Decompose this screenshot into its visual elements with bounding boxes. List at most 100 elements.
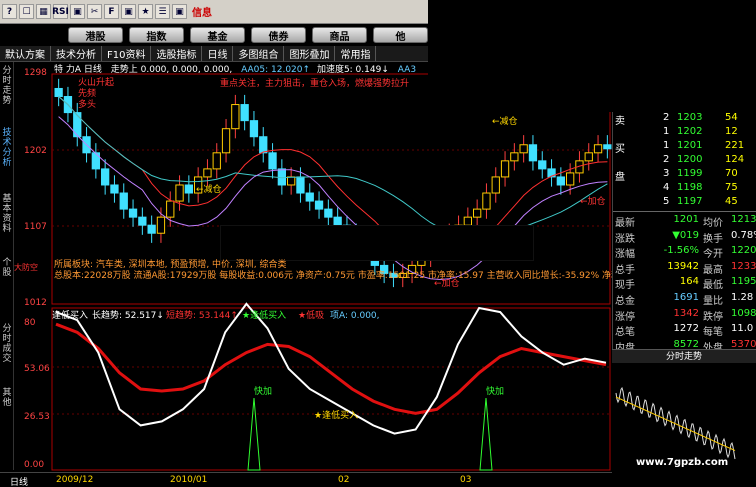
stat-row: 涨跌 ▼019 换手 0.78% <box>613 230 756 245</box>
candle-body <box>91 152 100 170</box>
candle-body <box>147 224 156 234</box>
candle-body <box>482 192 491 210</box>
market-button-4[interactable]: 商品 <box>312 27 367 43</box>
stat-row: 总笔 1272 每笔 11.0 <box>613 323 756 339</box>
candle-body <box>556 176 566 186</box>
left-tab-1[interactable]: 技术分析 <box>0 128 14 168</box>
price-mid: 1202 <box>24 146 47 156</box>
aa-value: AA05: 12.020↑ <box>241 65 311 75</box>
order-book-row: 1 1202 12 <box>613 126 756 140</box>
market-button-3[interactable]: 债券 <box>251 27 306 43</box>
toolbar-icon-7[interactable]: ▣ <box>121 4 136 19</box>
stat-row: 最新 1201 均价 1213 <box>613 214 756 229</box>
candle-body <box>110 184 119 194</box>
toolbar-icon-3[interactable]: RSI <box>52 4 69 19</box>
left-tab-2[interactable]: 基本资料 <box>0 194 14 234</box>
order-book-price: 1202 <box>677 126 703 137</box>
fund-info-line2: 总股本:22028万股 流通A股:17929万股 每股收益:0.006元 净资产… <box>54 271 630 281</box>
mini-chart-title[interactable]: 分时走势 <box>612 349 756 363</box>
menu-item-1[interactable]: 技术分析 <box>51 46 102 61</box>
quote-panel: 卖 2 1203 54 1 1202 12 买 1 1201 221 2 1200 124 盘 3 1199 70… <box>612 112 756 366</box>
order-book-price: 1198 <box>677 182 703 193</box>
chart-area[interactable]: 特 力A 日线 走势上 0.000, 0.000, 0.000, AA05: 1… <box>14 62 629 472</box>
stat-l2: 量比 <box>703 296 723 307</box>
stat-l: 涨停 <box>615 311 635 323</box>
stat-l2: 跌停 <box>703 311 723 323</box>
order-book-price: 1201 <box>677 140 703 151</box>
stat-l: 涨幅 <box>615 249 635 261</box>
candle-body <box>119 192 128 210</box>
buy-signal-legend: ★逢低买入 <box>242 311 287 321</box>
market-button-2[interactable]: 基金 <box>190 27 245 43</box>
left-tab-3[interactable]: 个股 <box>0 258 14 278</box>
left-tab-0[interactable]: 分时走势 <box>0 66 14 106</box>
candle-body <box>500 160 510 178</box>
stat-v: 1342 <box>673 307 699 319</box>
stat-v2: 1098 <box>731 307 756 319</box>
left-tab-4[interactable]: 分时成交 <box>0 324 14 364</box>
toolbar-icon-4[interactable]: ▣ <box>70 4 85 19</box>
speed-value: 加速度5: 0.149↓ <box>316 65 389 75</box>
ma-line: 走势上 0.000, 0.000, 0.000, <box>110 65 233 75</box>
stat-v2: 1.28 <box>731 292 754 303</box>
order-book-vol: 12 <box>725 126 738 137</box>
market-button-0[interactable]: 港股 <box>68 27 123 43</box>
order-book-idx: 2 <box>663 112 670 123</box>
candle-body <box>221 128 231 154</box>
order-book-side: 卖 <box>615 116 625 127</box>
menu-item-6[interactable]: 图形叠加 <box>284 46 336 61</box>
order-book-idx: 3 <box>663 168 670 179</box>
menu-item-4[interactable]: 日线 <box>202 46 234 61</box>
status-label[interactable]: 日线 <box>10 475 28 487</box>
candle-body <box>166 200 175 218</box>
fund-info: 所属板块: 汽车类, 深圳本地, 预盈预增, 中价, 深圳, 综合类 总股本:2… <box>54 260 629 282</box>
toolbar-icon-5[interactable]: ✂ <box>87 4 102 19</box>
order-book-idx: 5 <box>663 196 670 207</box>
market-button-5[interactable]: 他 <box>373 27 428 43</box>
add-position-2: ←加仓 <box>580 197 606 207</box>
price-bottom: 1012 <box>24 298 47 308</box>
toolbar-icon-1[interactable]: ☐ <box>19 4 34 19</box>
toolbar-icon-10[interactable]: ▣ <box>172 4 187 19</box>
date-4: 03 <box>460 475 472 485</box>
note-2: 先频 <box>78 89 97 99</box>
main-toolbar: ? ☐ ▦ RSI ▣ ✂ F ▣ ★ ☰ ▣ 信息 <box>0 0 428 24</box>
toolbar-icon-9[interactable]: ☰ <box>155 4 170 19</box>
candle-body <box>603 144 612 150</box>
menu-item-5[interactable]: 多图组合 <box>233 46 285 61</box>
date-3: 02 <box>338 475 350 485</box>
candle-body <box>101 168 110 186</box>
toolbar-icon-8[interactable]: ★ <box>138 4 153 19</box>
buy-mark: ★逢低买入 <box>314 411 359 421</box>
toolbar-icon-2[interactable]: ▦ <box>36 4 51 19</box>
stat-l2: 换手 <box>703 233 723 245</box>
stat-l: 涨跌 <box>615 233 635 245</box>
stat-l: 总笔 <box>615 327 635 339</box>
stat-l2: 每笔 <box>703 327 723 339</box>
stat-l: 现手 <box>615 280 635 292</box>
menu-item-7[interactable]: 常用指 <box>335 46 377 61</box>
candle-body <box>324 208 333 218</box>
stat-l2: 今开 <box>703 249 723 261</box>
left-tab-5[interactable]: 其他 <box>0 388 14 408</box>
order-book-row: 2 1200 124 <box>613 154 756 168</box>
quote-separator <box>613 211 756 212</box>
menu-item-2[interactable]: F10资料 <box>102 46 152 61</box>
red-banner: 重点关注，主力狙击，重仓入场，燃爆强势拉升 <box>220 79 410 89</box>
toolbar-icon-6[interactable]: F <box>104 4 119 19</box>
market-button-1[interactable]: 指数 <box>129 27 184 43</box>
menu-item-3[interactable]: 选股指标 <box>151 46 203 61</box>
order-book-idx: 1 <box>663 140 670 151</box>
stat-row: 总金 1691 量比 1.28 <box>613 292 756 307</box>
order-book-vol: 75 <box>725 182 738 193</box>
fast-add-spike-0 <box>247 397 261 471</box>
order-book-idx: 4 <box>663 182 670 193</box>
menu-item-0[interactable]: 默认方案 <box>0 46 51 61</box>
order-book-vol: 124 <box>725 154 745 165</box>
toolbar-icon-0[interactable]: ? <box>2 4 17 19</box>
stat-v2: 1220 <box>731 245 756 257</box>
order-book-row: 5 1197 45 <box>613 196 756 210</box>
ind-axis-26: 26.53 <box>24 412 50 422</box>
candle-body <box>593 144 603 154</box>
mini-avg-line <box>615 396 736 452</box>
